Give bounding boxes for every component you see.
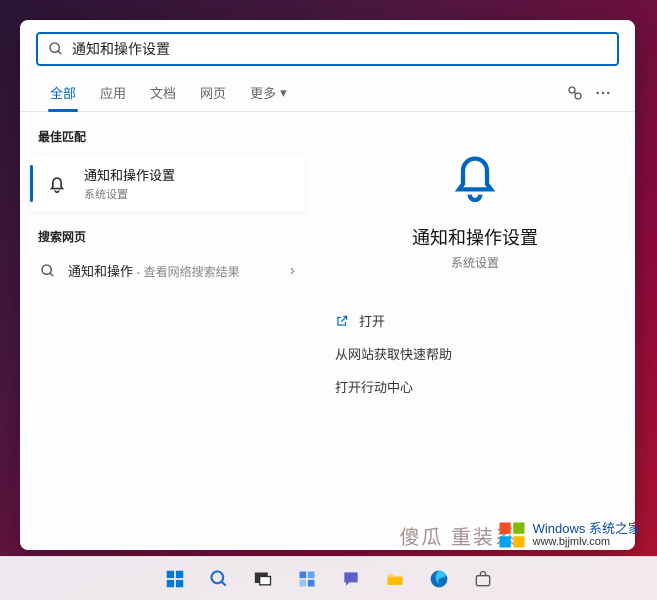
search-icon bbox=[48, 41, 64, 57]
search-web-label: 搜索网页 bbox=[28, 222, 307, 251]
watermark-text: Windows 系统之家 www.bjjmlv.com bbox=[533, 522, 641, 548]
search-box[interactable] bbox=[36, 32, 619, 66]
preview-actions: 打开 从网站获取快速帮助 打开行动中心 bbox=[335, 311, 615, 396]
windows-logo-icon bbox=[497, 520, 527, 550]
explorer-icon[interactable] bbox=[376, 560, 414, 598]
tabs-row: 全部 应用 文档 网页 更多▾ bbox=[20, 74, 635, 112]
web-item-text: 通知和操作 - 查看网络搜索结果 bbox=[68, 261, 240, 281]
taskbar-search-icon[interactable] bbox=[200, 560, 238, 598]
result-text: 通知和操作设置 系统设置 bbox=[84, 165, 175, 202]
result-title: 通知和操作设置 bbox=[84, 165, 175, 184]
result-subtitle: 系统设置 bbox=[84, 186, 175, 202]
preview-column: 通知和操作设置 系统设置 打开 从网站获取快速帮助 打开行动中心 bbox=[315, 112, 635, 550]
tab-apps[interactable]: 应用 bbox=[88, 74, 138, 111]
web-search-item[interactable]: 通知和操作 - 查看网络搜索结果 › bbox=[28, 251, 307, 291]
more-options-icon[interactable] bbox=[589, 79, 617, 107]
tab-all[interactable]: 全部 bbox=[38, 74, 88, 111]
tab-more[interactable]: 更多▾ bbox=[238, 74, 299, 111]
search-row bbox=[20, 20, 635, 74]
start-button[interactable] bbox=[156, 560, 194, 598]
tab-more-label: 更多 bbox=[250, 83, 276, 102]
preview-title: 通知和操作设置 bbox=[335, 224, 615, 250]
site-watermark: Windows 系统之家 www.bjjmlv.com bbox=[491, 516, 647, 554]
tab-documents[interactable]: 文档 bbox=[138, 74, 188, 111]
widgets-icon[interactable] bbox=[288, 560, 326, 598]
tab-all-label: 全部 bbox=[50, 83, 76, 102]
chevron-right-icon: › bbox=[290, 262, 295, 280]
search-input[interactable] bbox=[72, 41, 607, 57]
best-match-result[interactable]: 通知和操作设置 系统设置 bbox=[30, 155, 305, 212]
preview-bell-icon bbox=[335, 144, 615, 208]
chat-icon[interactable] bbox=[332, 560, 370, 598]
tab-apps-label: 应用 bbox=[100, 83, 126, 102]
account-link-icon[interactable] bbox=[561, 79, 589, 107]
search-panel: 全部 应用 文档 网页 更多▾ 最佳匹配 通知和操作设置 系统设置 搜索网页 bbox=[20, 20, 635, 550]
search-icon bbox=[40, 263, 56, 279]
open-action[interactable]: 打开 bbox=[335, 311, 615, 330]
results-body: 最佳匹配 通知和操作设置 系统设置 搜索网页 通知和操作 - 查看网络搜索结果 … bbox=[20, 112, 635, 550]
tab-web-label: 网页 bbox=[200, 83, 226, 102]
chevron-down-icon: ▾ bbox=[280, 85, 287, 101]
web-help-action-label: 从网站获取快速帮助 bbox=[335, 344, 452, 363]
preview-subtitle: 系统设置 bbox=[335, 254, 615, 271]
watermark-line1: Windows 系统之家 bbox=[533, 522, 641, 536]
tab-documents-label: 文档 bbox=[150, 83, 176, 102]
task-view-icon[interactable] bbox=[244, 560, 282, 598]
open-action-label: 打开 bbox=[359, 311, 385, 330]
web-item-suffix: - 查看网络搜索结果 bbox=[133, 265, 240, 279]
web-item-prefix: 通知和操作 bbox=[68, 264, 133, 279]
web-help-action[interactable]: 从网站获取快速帮助 bbox=[335, 344, 615, 363]
watermark-line2: www.bjjmlv.com bbox=[533, 536, 641, 548]
action-center-label: 打开行动中心 bbox=[335, 377, 413, 396]
bell-icon bbox=[42, 169, 72, 199]
action-center-action[interactable]: 打开行动中心 bbox=[335, 377, 615, 396]
store-icon[interactable] bbox=[464, 560, 502, 598]
edge-icon[interactable] bbox=[420, 560, 458, 598]
best-match-label: 最佳匹配 bbox=[28, 122, 307, 151]
tab-web[interactable]: 网页 bbox=[188, 74, 238, 111]
results-left-column: 最佳匹配 通知和操作设置 系统设置 搜索网页 通知和操作 - 查看网络搜索结果 … bbox=[20, 112, 315, 550]
open-icon bbox=[335, 314, 349, 328]
taskbar bbox=[0, 556, 657, 600]
